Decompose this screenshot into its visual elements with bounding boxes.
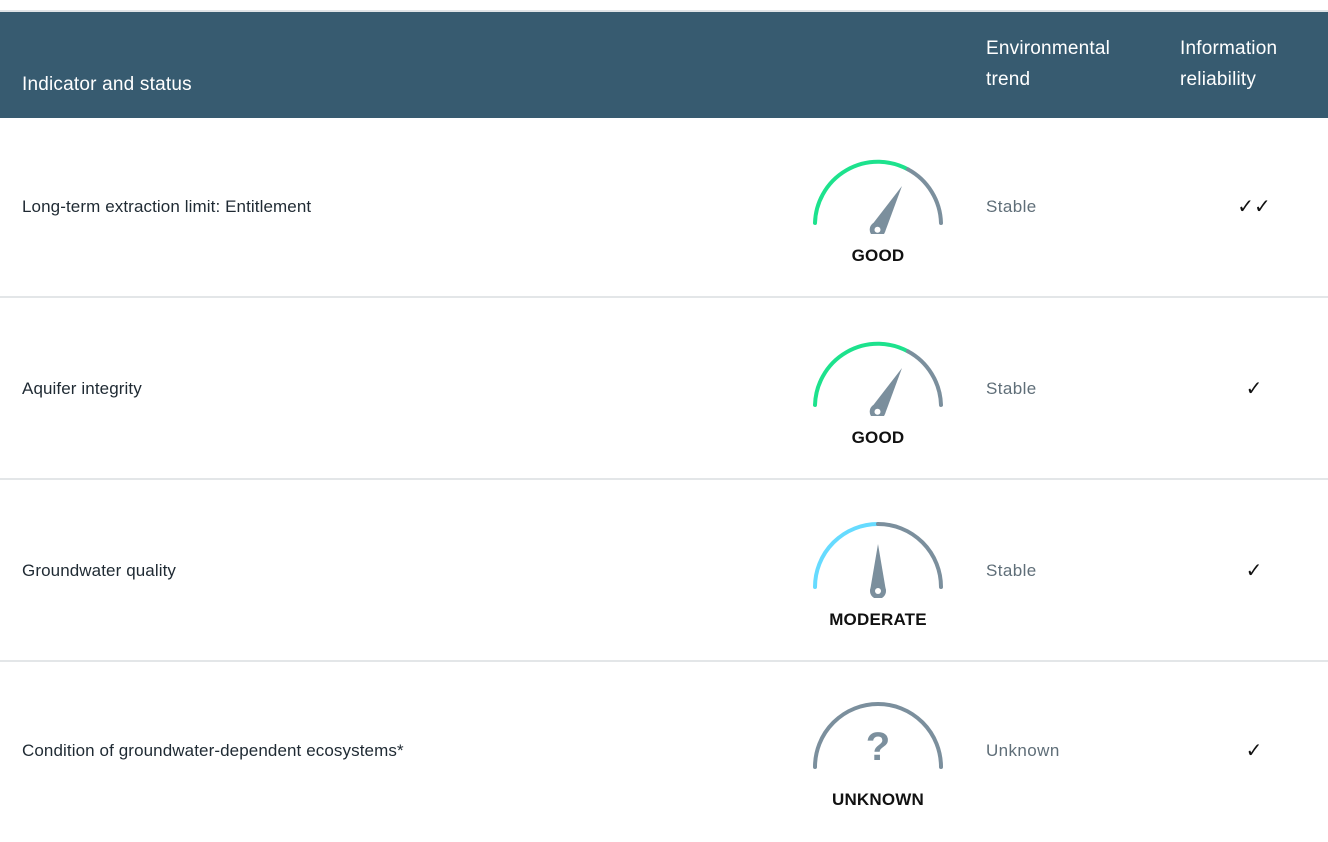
- indicator-name: Groundwater quality: [22, 561, 177, 580]
- indicator-name: Condition of groundwater-dependent ecosy…: [22, 741, 404, 760]
- gauge-unknown-icon: ?: [813, 702, 943, 769]
- table-header: Indicator and status Environmental trend…: [0, 12, 1328, 118]
- environmental-trend: Stable: [986, 379, 1037, 398]
- environmental-trend: Stable: [986, 197, 1037, 216]
- status-label: GOOD: [851, 428, 905, 447]
- gauge-moderate-icon: [813, 522, 943, 598]
- table-row: Condition of groundwater-dependent ecosy…: [0, 662, 1328, 842]
- question-mark-icon: ?: [866, 725, 890, 769]
- gauge-good-icon: [813, 159, 943, 234]
- environmental-trend: Stable: [986, 561, 1037, 580]
- table-row: Groundwater quality MODERATE Stable ✓: [0, 482, 1328, 662]
- status-label: MODERATE: [829, 610, 927, 629]
- status-label: UNKNOWN: [831, 790, 925, 809]
- table-row: Long-term extraction limit: Entitlement …: [0, 118, 1328, 298]
- gauge-good-icon: [813, 341, 943, 416]
- reliability-checkmarks: ✓✓: [1237, 196, 1271, 218]
- status-label: GOOD: [851, 246, 905, 265]
- header-environmental-trend: Environmental trend: [986, 38, 1111, 90]
- indicator-name: Aquifer integrity: [22, 379, 142, 398]
- reliability-checkmarks: ✓: [1245, 378, 1263, 400]
- indicator-name: Long-term extraction limit: Entitlement: [22, 197, 312, 216]
- reliability-checkmarks: ✓: [1245, 740, 1263, 762]
- environmental-trend: Unknown: [986, 741, 1060, 760]
- reliability-checkmarks: ✓: [1245, 560, 1263, 582]
- header-indicator: Indicator and status: [22, 74, 192, 95]
- header-information-reliability: Information reliability: [1180, 38, 1278, 90]
- table-row: Aquifer integrity GOOD Stable ✓: [0, 300, 1328, 480]
